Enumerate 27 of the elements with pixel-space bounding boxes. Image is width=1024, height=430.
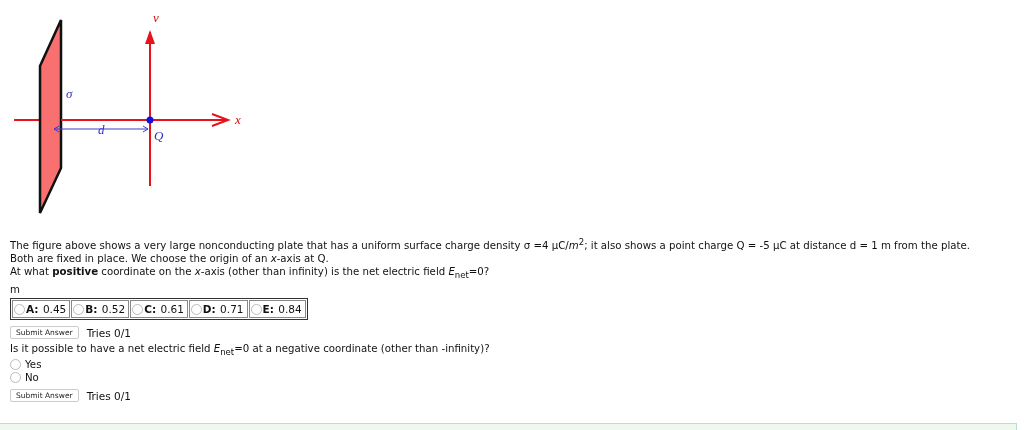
- choice-option[interactable]: B: 0.52: [71, 300, 130, 319]
- problem-text: The figure above shows a very large nonconducting plate that has a uniform surface charge density σ =4 μC/m$^{2}$; it also shows a point charge Q = -5 μC at distance d = 1 m from the plate.: [10, 240, 971, 252]
- choice-option[interactable]: D: 0.71: [188, 300, 248, 319]
- radio-button[interactable]: [250, 303, 262, 315]
- choice-option[interactable]: C: 0.61: [130, 300, 188, 319]
- choice-option[interactable]: A: 0.45: [12, 300, 71, 319]
- axis-label: x: [235, 112, 241, 127]
- problem-text: Both are fixed in place. We choose the origin of an x-axis at Q.: [10, 253, 329, 265]
- radio-button[interactable]: [10, 359, 21, 371]
- tries-counter: Tries 0/1: [86, 389, 131, 402]
- option-label: No: [25, 372, 39, 384]
- axis-label: σ: [66, 86, 73, 101]
- unit-label: m: [10, 284, 20, 296]
- tries-counter: Tries 0/1: [86, 326, 131, 339]
- option-label: Yes: [25, 359, 42, 371]
- radio-button[interactable]: [132, 303, 144, 315]
- radio-button[interactable]: [10, 372, 21, 384]
- axis-label: v: [153, 10, 159, 25]
- radio-button[interactable]: [190, 303, 202, 315]
- radio-button[interactable]: [14, 303, 25, 315]
- problem-text: At what positive coordinate on the x-axis (other than infinity) is the net electric field E$_{net}$=0?: [10, 266, 490, 278]
- choice-option[interactable]: E: 0.84: [248, 300, 306, 319]
- question-text: Is it possible to have a net electric field E$_{net}$=0 at a negative coordinate (other than -infinity)?: [10, 343, 490, 355]
- axis-label: Q: [154, 128, 164, 143]
- point-charge: [146, 116, 154, 124]
- axis-label: d: [98, 122, 105, 137]
- radio-button[interactable]: [73, 303, 85, 315]
